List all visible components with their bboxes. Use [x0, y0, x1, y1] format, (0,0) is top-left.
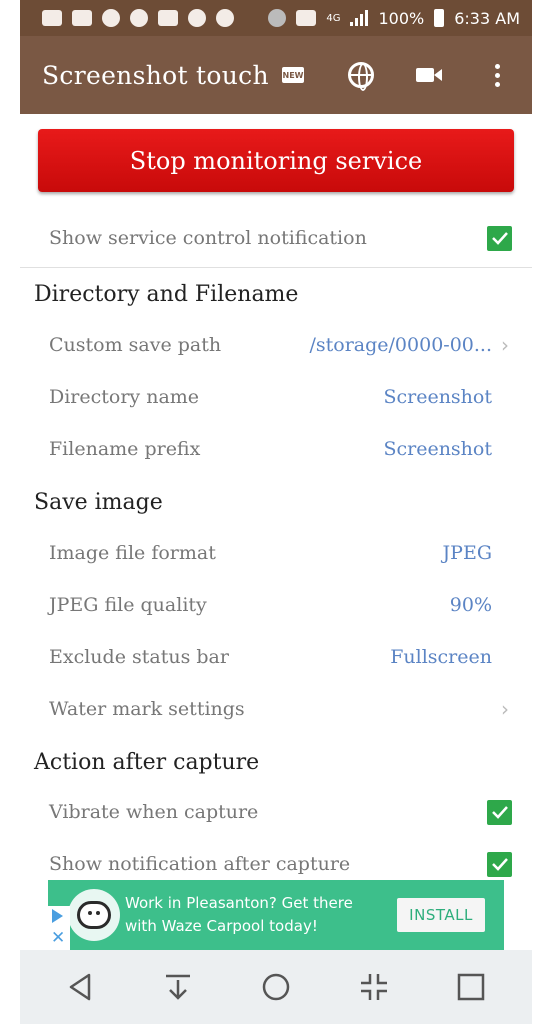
bluetooth-icon — [268, 9, 287, 27]
exclude-status-bar-value: Fullscreen — [390, 646, 492, 668]
stop-monitoring-button[interactable]: Stop monitoring service — [38, 129, 514, 192]
dual-window-icon — [360, 974, 387, 1000]
home-button[interactable] — [246, 957, 306, 1017]
headphones-icon — [216, 9, 234, 27]
nfc-icon — [296, 10, 317, 26]
check-icon — [491, 806, 508, 819]
ad-choices-icon[interactable] — [52, 909, 63, 923]
check-icon — [491, 858, 508, 871]
dual-window-button[interactable] — [344, 957, 404, 1017]
custom-save-path-value: /storage/0000-00... — [309, 334, 492, 356]
video-camera-icon — [416, 66, 442, 84]
vibrate-label: Vibrate when capture — [49, 801, 259, 823]
overflow-menu-button[interactable] — [480, 58, 514, 92]
more-vert-icon — [494, 63, 500, 87]
water-mark-label: Water mark settings — [49, 698, 245, 720]
directory-name-value: Screenshot — [383, 386, 492, 408]
service-notification-checkbox[interactable] — [487, 225, 512, 251]
app-bar-actions: NEW — [276, 58, 514, 92]
vibrate-row[interactable]: Vibrate when capture — [20, 786, 532, 838]
check-icon — [491, 232, 508, 245]
show-notification-checkbox[interactable] — [487, 851, 512, 877]
status-bar: 4G 100% 6:33 AM — [20, 0, 532, 36]
vibrate-checkbox[interactable] — [487, 799, 512, 825]
filename-prefix-row[interactable]: Filename prefix Screenshot — [20, 423, 532, 475]
app-bar: Screenshot touch NEW — [20, 36, 532, 114]
record-video-button[interactable] — [412, 58, 446, 92]
image-format-label: Image file format — [49, 542, 216, 564]
chevron-right-icon: › — [501, 697, 509, 721]
chat-icon — [42, 10, 62, 26]
back-icon — [69, 973, 91, 1001]
directory-name-label: Directory name — [49, 386, 200, 408]
ad-install-button[interactable]: INSTALL — [397, 898, 485, 932]
chrome-icon — [102, 9, 120, 27]
app-title: Screenshot touch — [42, 60, 269, 90]
section-directory-header: Directory and Filename — [34, 282, 299, 307]
home-icon — [262, 973, 290, 1001]
language-button[interactable] — [344, 58, 378, 92]
battery-icon — [434, 9, 445, 27]
waze-logo — [68, 889, 120, 941]
directory-name-row[interactable]: Directory name Screenshot — [20, 371, 532, 423]
custom-save-path-row[interactable]: Custom save path /storage/0000-00... › — [20, 319, 532, 371]
ad-banner[interactable]: Work in Pleasanton? Get there with Waze … — [48, 880, 504, 950]
filename-prefix-label: Filename prefix — [49, 438, 201, 460]
section-save-image-header: Save image — [34, 490, 163, 515]
service-notification-label: Show service control notification — [49, 227, 367, 249]
status-bar-notification-icons — [42, 9, 234, 27]
water-mark-row[interactable]: Water mark settings › — [20, 683, 532, 735]
divider — [20, 267, 532, 268]
aperture-icon — [188, 9, 206, 27]
notification-pulldown-button[interactable] — [148, 957, 208, 1017]
ad-text: Work in Pleasanton? Get there with Waze … — [125, 894, 353, 935]
chevron-right-icon: › — [501, 333, 509, 357]
section-action-header: Action after capture — [34, 750, 260, 775]
new-badge-icon: NEW — [282, 67, 304, 83]
ad-close-icon[interactable]: ✕ — [51, 929, 65, 947]
pull-down-icon — [166, 974, 191, 1000]
clock: 6:33 AM — [454, 8, 520, 28]
navigation-bar — [20, 950, 532, 1024]
inbox-icon — [158, 10, 178, 26]
youtube-icon — [72, 10, 92, 26]
jpeg-quality-row[interactable]: JPEG file quality 90% — [20, 579, 532, 631]
service-notification-row[interactable]: Show service control notification — [20, 212, 532, 264]
settings-content[interactable]: Stop monitoring service Show service con… — [20, 114, 532, 880]
chrome-icon-2 — [130, 9, 148, 27]
battery-percent: 100% — [378, 8, 425, 28]
globe-icon — [348, 62, 374, 91]
show-notification-label: Show notification after capture — [49, 853, 351, 875]
image-format-row[interactable]: Image file format JPEG — [20, 527, 532, 579]
jpeg-quality-label: JPEG file quality — [49, 594, 207, 616]
image-format-value: JPEG — [442, 542, 492, 564]
recent-apps-button[interactable] — [441, 957, 501, 1017]
new-button[interactable]: NEW — [276, 58, 310, 92]
recents-icon — [457, 973, 485, 1001]
jpeg-quality-value: 90% — [449, 594, 492, 616]
signal-icon — [350, 10, 369, 26]
filename-prefix-value: Screenshot — [383, 438, 492, 460]
exclude-status-bar-label: Exclude status bar — [49, 646, 229, 668]
exclude-status-bar-row[interactable]: Exclude status bar Fullscreen — [20, 631, 532, 683]
show-notification-row[interactable]: Show notification after capture — [20, 838, 532, 880]
back-button[interactable] — [51, 957, 111, 1017]
custom-save-path-label: Custom save path — [49, 334, 222, 356]
status-bar-system-icons: 4G 100% 6:33 AM — [268, 9, 520, 28]
network-type: 4G — [326, 12, 341, 24]
